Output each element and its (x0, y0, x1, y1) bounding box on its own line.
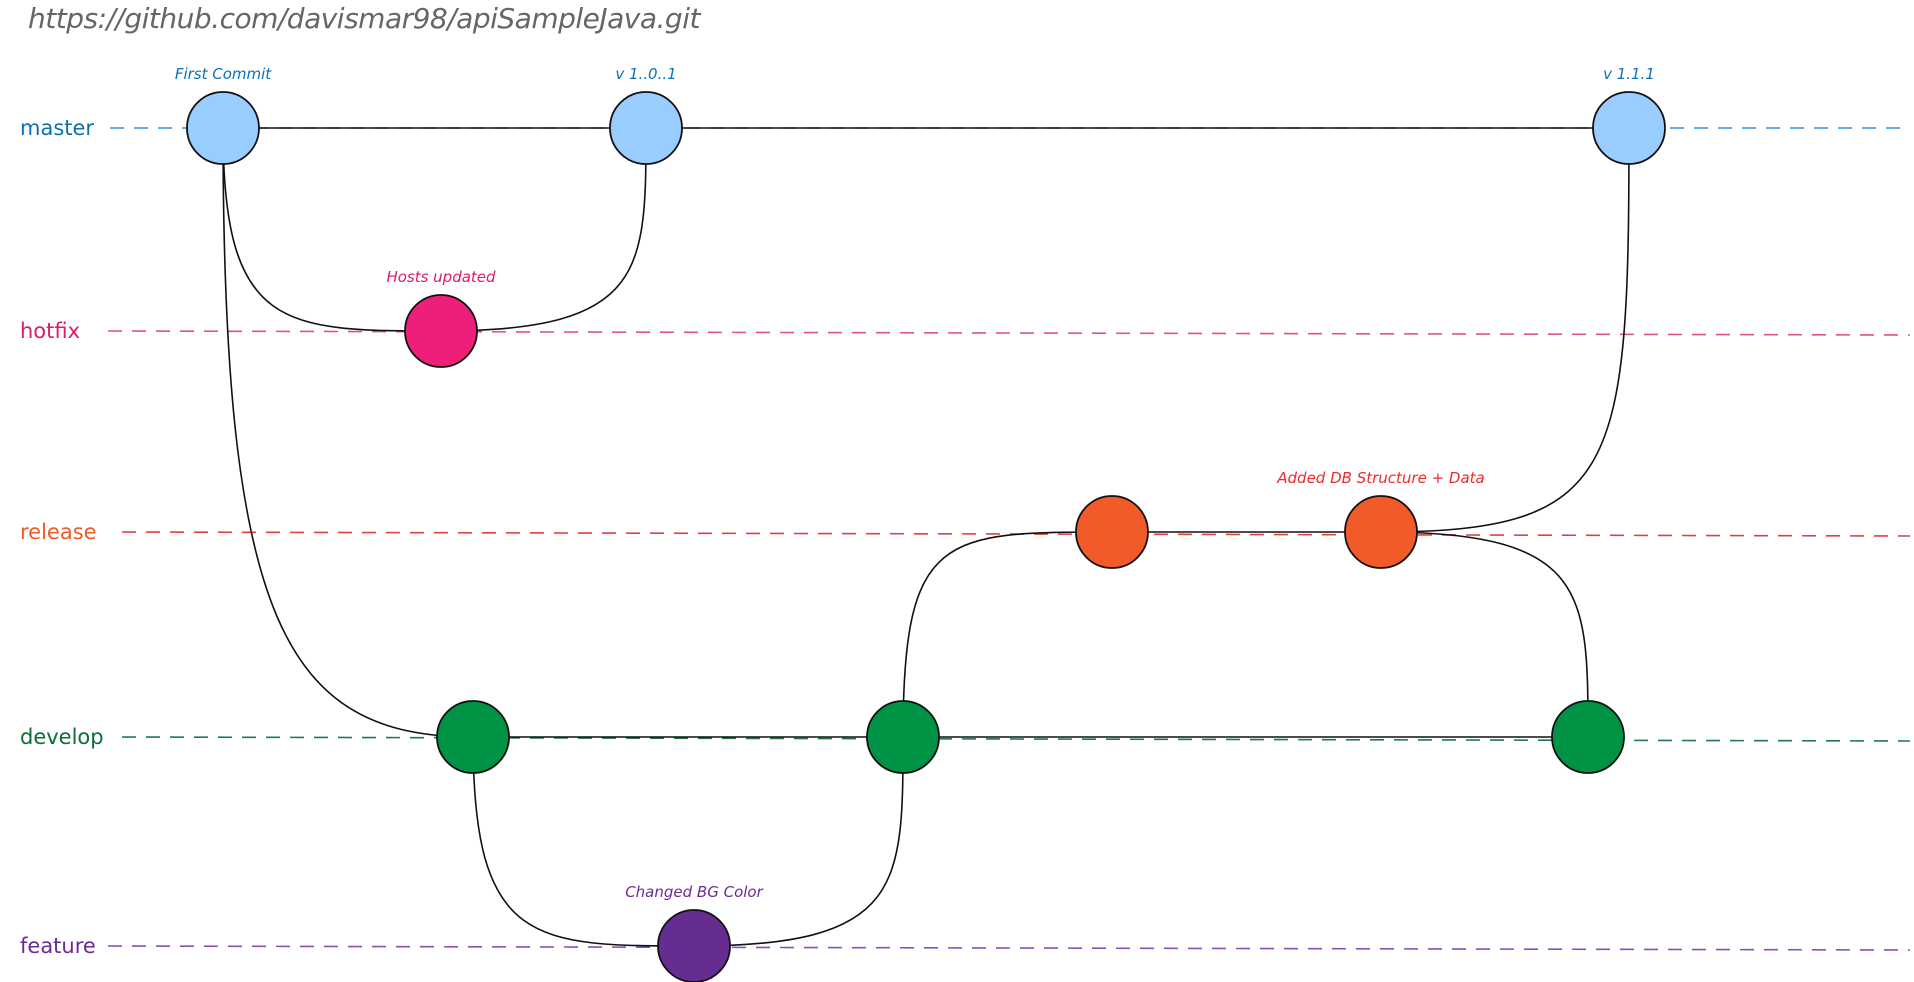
commit-label-m3: v 1.1.1 (1603, 65, 1655, 83)
commit-node-r1[interactable] (1075, 495, 1149, 569)
commit-edges (222, 127, 1630, 947)
commit-nodes (186, 91, 1666, 982)
branch-lane-feature (107, 945, 1911, 951)
commit-node-d2[interactable] (866, 700, 940, 774)
commit-node-d3[interactable] (1551, 700, 1625, 774)
branch-label-release: release (20, 520, 97, 544)
branch-lanes: master hotfix release develop feature (20, 116, 1911, 958)
branch-label-develop: develop (20, 725, 104, 749)
commit-node-d1[interactable] (436, 700, 510, 774)
commit-label-r2: Added DB Structure + Data (1276, 469, 1484, 487)
commit-label-m1: First Commit (175, 65, 272, 83)
commit-node-m2[interactable] (609, 91, 683, 165)
commit-node-m3[interactable] (1592, 91, 1666, 165)
edge-d1-f1 (472, 736, 695, 947)
commit-node-f1[interactable] (657, 909, 731, 982)
commit-labels: First Commit v 1..0..1 v 1.1.1 Hosts update… (175, 65, 1655, 901)
git-flow-diagram: master hotfix release develop feature First … (20, 65, 1911, 982)
commit-label-f1: Changed BG Color (625, 883, 763, 901)
edge-d2-r1 (902, 531, 1113, 738)
commit-node-m1[interactable] (186, 91, 260, 165)
commit-node-h1[interactable] (404, 294, 478, 368)
edge-f1-d2 (693, 736, 904, 947)
commit-label-h1: Hosts updated (386, 268, 496, 286)
edge-h1-m2 (440, 127, 647, 332)
branch-lane-hotfix (107, 330, 1911, 336)
commit-node-r2[interactable] (1344, 495, 1418, 569)
edge-m1-d1 (222, 127, 474, 738)
branch-label-hotfix: hotfix (20, 319, 80, 343)
branch-label-feature: feature (20, 934, 96, 958)
edge-m1-h1 (222, 127, 442, 332)
edge-r2-d3 (1380, 531, 1589, 738)
commit-label-m2: v 1..0..1 (615, 65, 676, 83)
branch-label-master: master (20, 116, 94, 140)
